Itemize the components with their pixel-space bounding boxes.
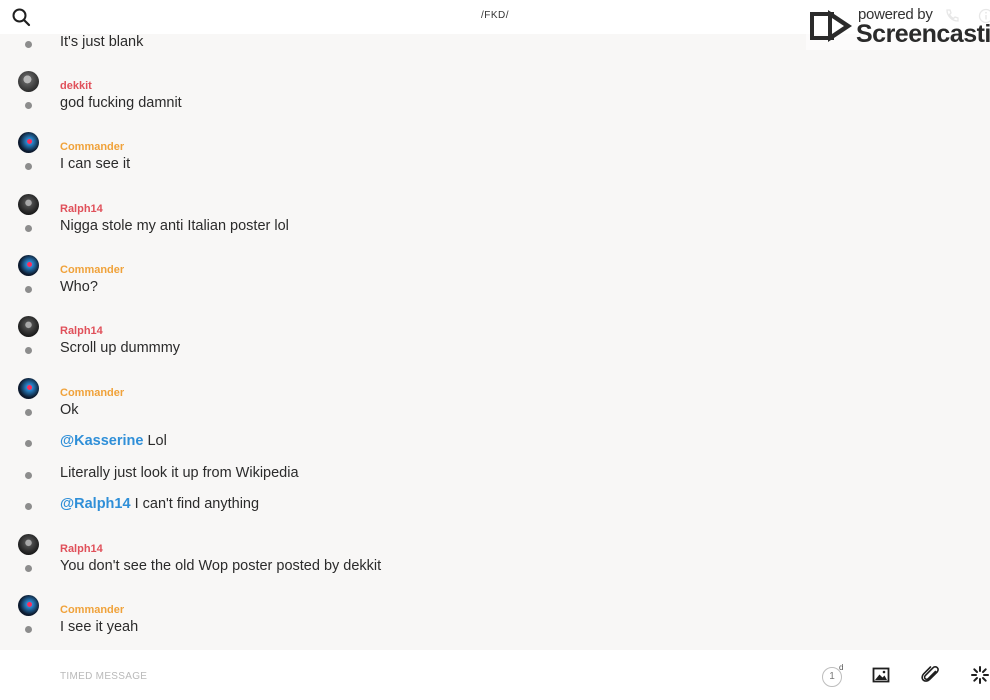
message-bullet (25, 286, 32, 293)
message-row: Commander I can see it (0, 132, 990, 182)
message-text-rest: I can't find anything (130, 496, 260, 512)
image-button[interactable] (872, 666, 890, 684)
message-bullet (25, 41, 32, 48)
message-bullet (25, 225, 32, 232)
message-text: I can see it (60, 156, 131, 172)
message-row: Literally just look it up from Wikipedia (0, 465, 990, 491)
message-row: Ralph14 Nigga stole my anti Italian post… (0, 194, 990, 244)
message-bullet (25, 565, 32, 572)
message-bullet (25, 102, 32, 109)
timed-message-input[interactable] (60, 667, 660, 685)
avatar[interactable] (18, 534, 39, 555)
message-row: Commander Who? (0, 255, 990, 305)
avatar[interactable] (18, 71, 39, 92)
message-author[interactable]: Ralph14 (60, 203, 103, 215)
message-bullet (25, 163, 32, 170)
message-text: Ok (60, 402, 79, 418)
message-row: Ralph14 You don't see the old Wop poster… (0, 534, 990, 584)
avatar[interactable] (18, 595, 39, 616)
message-row: @Kasserine Lol (0, 433, 990, 459)
composer-bar: 1 d (0, 650, 990, 700)
message-row: Commander I see it yeah (0, 595, 990, 645)
spinner-button[interactable] (970, 665, 990, 685)
mention-link[interactable]: @Ralph14 (60, 496, 131, 512)
message-bullet (25, 440, 32, 447)
avatar[interactable] (18, 132, 39, 153)
message-row: It's just blank (0, 34, 990, 60)
mention-link[interactable]: @Kasserine (60, 433, 143, 449)
paperclip-icon (921, 666, 939, 682)
message-text: You don't see the old Wop poster posted … (60, 558, 382, 574)
message-text: @Ralph14 I can't find anything (60, 496, 259, 512)
attach-button[interactable] (921, 665, 941, 685)
message-row: Commander Ok (0, 378, 990, 428)
message-list: It's just blank dekkit god fucking damni… (0, 34, 990, 648)
message-author[interactable]: dekkit (60, 80, 92, 92)
message-text: It's just blank (60, 34, 144, 50)
message-text: Scroll up dummmy (60, 340, 181, 356)
message-author[interactable]: Commander (60, 264, 124, 276)
message-bullet (25, 503, 32, 510)
message-author[interactable]: Commander (60, 387, 124, 399)
message-text: I see it yeah (60, 619, 139, 635)
avatar[interactable] (18, 255, 39, 276)
message-text-rest: Lol (143, 433, 167, 449)
message-author[interactable]: Commander (60, 604, 124, 616)
timer-button[interactable]: 1 d (822, 663, 844, 687)
message-author[interactable]: Ralph14 (60, 543, 103, 555)
message-row: Ralph14 Scroll up dummmy (0, 316, 990, 366)
message-author[interactable]: Commander (60, 141, 124, 153)
message-row: dekkit god fucking damnit (0, 71, 990, 121)
message-bullet (25, 347, 32, 354)
message-text: god fucking damnit (60, 95, 182, 111)
message-author[interactable]: Ralph14 (60, 325, 103, 337)
message-bullet (25, 626, 32, 633)
avatar[interactable] (18, 378, 39, 399)
avatar[interactable] (18, 316, 39, 337)
message-text: @Kasserine Lol (60, 433, 167, 449)
message-text: Nigga stole my anti Italian poster lol (60, 218, 289, 234)
message-text: Literally just look it up from Wikipedia (60, 465, 299, 481)
message-bullet (25, 472, 32, 479)
spinner-icon (971, 666, 989, 684)
message-bullet (25, 409, 32, 416)
message-row: @Ralph14 I can't find anything (0, 496, 990, 522)
image-icon (872, 667, 890, 683)
avatar[interactable] (18, 194, 39, 215)
timer-unit: d (839, 663, 844, 672)
message-text: Who? (60, 279, 98, 295)
